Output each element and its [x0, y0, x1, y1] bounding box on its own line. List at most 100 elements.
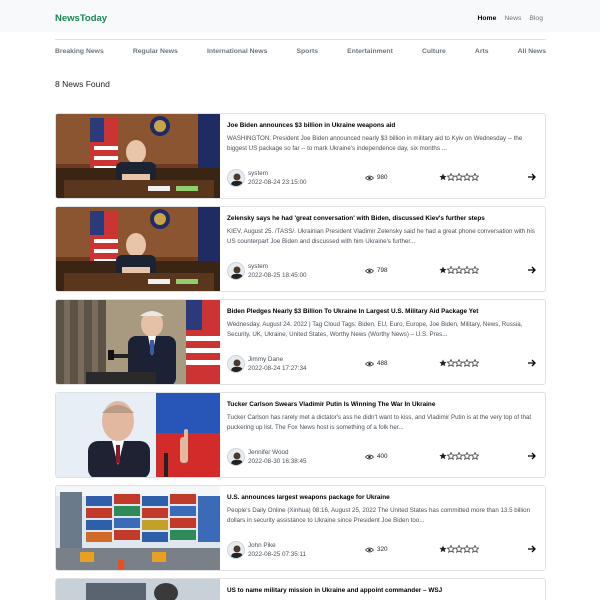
news-card-body: Tucker Carlson Swears Vladimir Putin Is …	[227, 400, 537, 435]
top-navbar: NewsToday Home News Blog	[0, 0, 600, 32]
star-icon[interactable]	[439, 359, 447, 367]
news-author: system	[248, 263, 268, 270]
news-author: Jimmy Dane	[248, 356, 283, 363]
news-title[interactable]: U.S. announces largest weapons package f…	[227, 493, 537, 504]
arrow-right-icon[interactable]	[527, 451, 537, 461]
avatar	[227, 355, 245, 373]
star-rating[interactable]	[439, 452, 479, 460]
news-title[interactable]: Biden Pledges Nearly $3 Billion To Ukrai…	[227, 307, 537, 318]
star-icon[interactable]	[471, 452, 479, 460]
star-icon[interactable]	[447, 359, 455, 367]
star-icon[interactable]	[463, 359, 471, 367]
news-thumbnail-biden-office[interactable]	[56, 114, 220, 198]
star-rating[interactable]	[439, 359, 479, 367]
star-icon[interactable]	[447, 452, 455, 460]
news-date: 2022-08-25 07:35:11	[248, 551, 307, 558]
news-thumbnail-military[interactable]	[56, 579, 220, 600]
star-icon[interactable]	[455, 452, 463, 460]
eye-icon	[365, 361, 374, 366]
category-international-news[interactable]: International News	[207, 48, 267, 55]
nav-home-link[interactable]: Home	[478, 15, 497, 22]
nav-blog-link[interactable]: Blog	[529, 15, 543, 22]
star-icon[interactable]	[447, 266, 455, 274]
category-arts[interactable]: Arts	[475, 48, 489, 55]
star-icon[interactable]	[455, 173, 463, 181]
brand-logo[interactable]: NewsToday	[55, 13, 107, 24]
eye-icon	[365, 454, 374, 459]
news-card-body: Zelensky says he had 'great conversation…	[227, 214, 537, 249]
news-thumbnail-putin[interactable]	[56, 393, 220, 477]
star-icon[interactable]	[447, 173, 455, 181]
news-view-count: 488	[377, 360, 388, 367]
category-culture[interactable]: Culture	[422, 48, 446, 55]
arrow-right-icon[interactable]	[527, 265, 537, 275]
category-entertainment[interactable]: Entertainment	[347, 48, 393, 55]
news-card-body: Biden Pledges Nearly $3 Billion To Ukrai…	[227, 307, 537, 342]
results-count: 8 News Found	[55, 79, 110, 89]
star-icon[interactable]	[455, 545, 463, 553]
star-icon[interactable]	[463, 545, 471, 553]
avatar	[227, 262, 245, 280]
eye-icon	[365, 268, 374, 273]
star-rating[interactable]	[439, 173, 479, 181]
star-rating[interactable]	[439, 266, 479, 274]
news-card-footer: Jennifer Wood 2022-08-30 16:38:45 400	[227, 447, 537, 469]
star-icon[interactable]	[471, 173, 479, 181]
news-thumbnail-shipping-containers[interactable]	[56, 486, 220, 570]
category-sports[interactable]: Sports	[297, 48, 319, 55]
star-icon[interactable]	[463, 173, 471, 181]
news-card[interactable]: Joe Biden announces $3 billion in Ukrain…	[55, 113, 546, 199]
news-card-footer: system 2022-08-25 18:45:00 798	[227, 261, 537, 283]
news-date: 2022-08-25 18:45:00	[248, 272, 307, 279]
star-icon[interactable]	[439, 452, 447, 460]
star-icon[interactable]	[471, 359, 479, 367]
news-description: People's Daily Online (Xinhua) 08:16, Au…	[227, 507, 531, 524]
news-views: 320	[365, 546, 388, 553]
news-card[interactable]: Biden Pledges Nearly $3 Billion To Ukrai…	[55, 299, 546, 385]
news-date: 2022-08-30 16:38:45	[248, 458, 307, 465]
news-card-body: U.S. announces largest weapons package f…	[227, 493, 537, 528]
news-author: Jennifer Wood	[248, 449, 289, 456]
news-view-count: 798	[377, 267, 388, 274]
news-card-body: US to name military mission in Ukraine a…	[227, 586, 537, 597]
arrow-right-icon[interactable]	[527, 358, 537, 368]
star-icon[interactable]	[455, 359, 463, 367]
star-icon[interactable]	[463, 452, 471, 460]
news-card-footer: system 2022-08-24 23:15:00 980	[227, 168, 537, 190]
news-description: WASHINGTON: President Joe Biden announce…	[227, 135, 523, 152]
arrow-right-icon[interactable]	[527, 172, 537, 182]
star-rating[interactable]	[439, 545, 479, 553]
category-all-news[interactable]: All News	[518, 48, 546, 55]
star-icon[interactable]	[439, 266, 447, 274]
news-card[interactable]: Zelensky says he had 'great conversation…	[55, 206, 546, 292]
news-thumbnail-biden-office[interactable]	[56, 207, 220, 291]
star-icon[interactable]	[439, 173, 447, 181]
news-view-count: 320	[377, 546, 388, 553]
arrow-right-icon[interactable]	[527, 544, 537, 554]
nav-links: Home News Blog	[478, 15, 544, 22]
avatar	[227, 448, 245, 466]
news-card[interactable]: Tucker Carlson Swears Vladimir Putin Is …	[55, 392, 546, 478]
star-icon[interactable]	[471, 545, 479, 553]
star-icon[interactable]	[439, 545, 447, 553]
news-card-body: Joe Biden announces $3 billion in Ukrain…	[227, 121, 537, 156]
news-title[interactable]: Zelensky says he had 'great conversation…	[227, 214, 537, 225]
star-icon[interactable]	[471, 266, 479, 274]
category-regular-news[interactable]: Regular News	[133, 48, 178, 55]
news-thumbnail-biden-podium[interactable]	[56, 300, 220, 384]
news-title[interactable]: US to name military mission in Ukraine a…	[227, 586, 537, 597]
star-icon[interactable]	[447, 545, 455, 553]
star-icon[interactable]	[463, 266, 471, 274]
category-breaking-news[interactable]: Breaking News	[55, 48, 104, 55]
news-views: 798	[365, 267, 388, 274]
star-icon[interactable]	[455, 266, 463, 274]
news-card[interactable]: US to name military mission in Ukraine a…	[55, 578, 546, 600]
news-title[interactable]: Joe Biden announces $3 billion in Ukrain…	[227, 121, 537, 132]
category-nav: Breaking News Regular News International…	[55, 48, 546, 55]
news-author: John Pike	[248, 542, 276, 549]
news-description: KIEV, August 25. /TASS/. Ukrainian Presi…	[227, 228, 535, 245]
nav-news-link[interactable]: News	[504, 15, 521, 22]
news-card[interactable]: U.S. announces largest weapons package f…	[55, 485, 546, 571]
eye-icon	[365, 547, 374, 552]
news-title[interactable]: Tucker Carlson Swears Vladimir Putin Is …	[227, 400, 537, 411]
